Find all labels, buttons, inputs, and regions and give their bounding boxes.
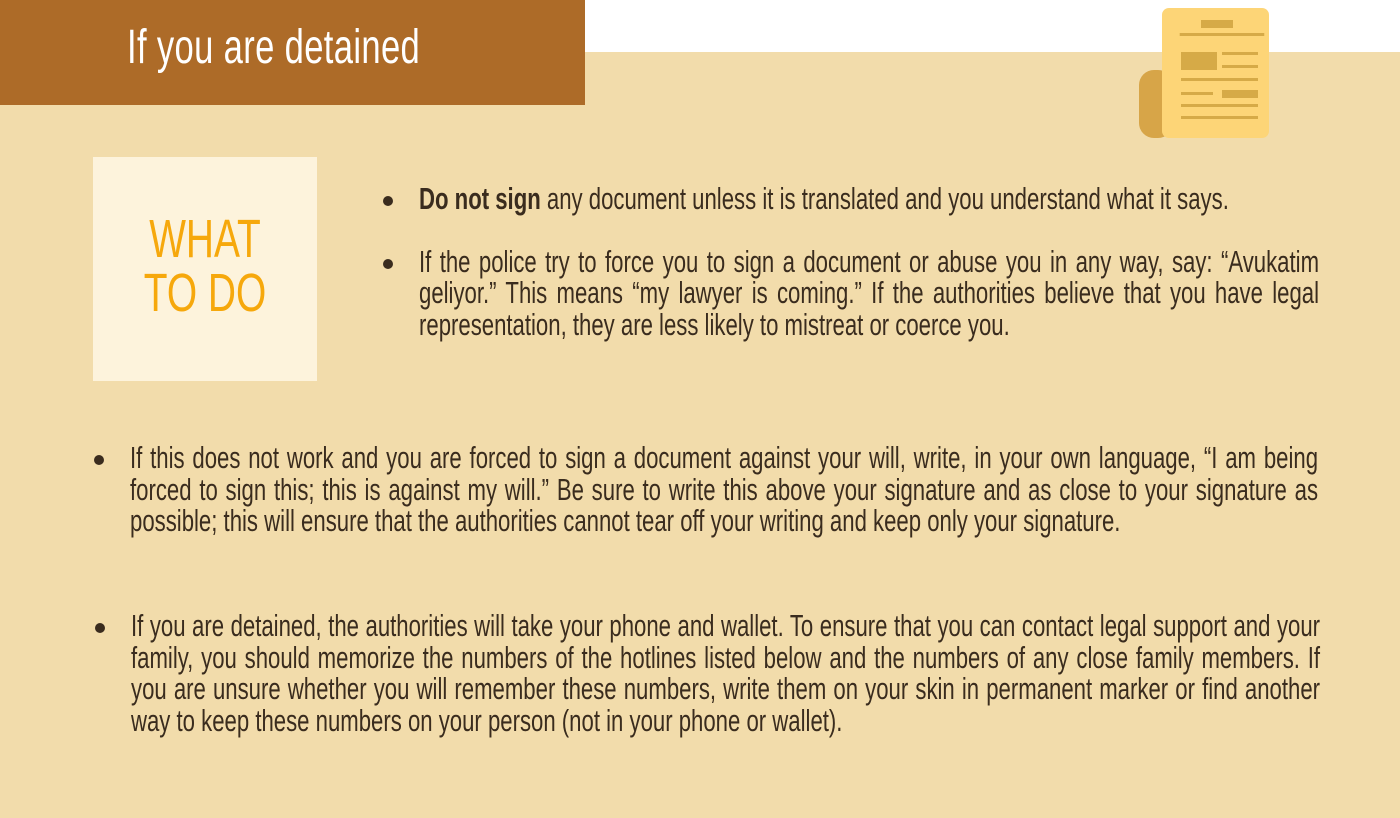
list-item: If this does not work and you are forced… <box>94 440 1319 538</box>
badge-line-2: TO DO <box>143 263 267 323</box>
bullet-dot <box>95 623 105 633</box>
list-item-text: If you are detained, the authorities wil… <box>131 608 1321 738</box>
bullet-dot <box>383 196 393 206</box>
list-item: If the police try to force you to sign a… <box>383 243 1320 342</box>
newspaper-icon <box>1139 8 1269 138</box>
list-item-text: If this does not work and you are forced… <box>130 440 1319 538</box>
list-item: Do not sign any document unless it is tr… <box>383 183 1319 215</box>
instruction-list-bottom: If this does not work and you are forced… <box>94 440 1319 538</box>
emphasis-text: Do not sign <box>419 181 541 216</box>
what-to-do-badge: WHAT TO DO <box>93 157 317 381</box>
badge-line-1: WHAT <box>149 209 261 269</box>
bullet-dot <box>94 455 104 465</box>
what-to-do-label: WHAT TO DO <box>93 212 317 320</box>
title-bar: If you are detained <box>0 0 585 105</box>
list-item: If you are detained, the authorities wil… <box>95 608 1321 738</box>
list-item-text: Do not sign any document unless it is tr… <box>419 183 1319 215</box>
list-item-text: If the police try to force you to sign a… <box>419 243 1320 342</box>
instruction-list-bottom-2: If you are detained, the authorities wil… <box>95 608 1321 738</box>
instruction-list-top: Do not sign any document unless it is tr… <box>383 183 1320 342</box>
page-title: If you are detained <box>127 21 421 74</box>
list-item-body: any document unless it is translated and… <box>540 181 1229 216</box>
bullet-dot <box>383 258 393 269</box>
